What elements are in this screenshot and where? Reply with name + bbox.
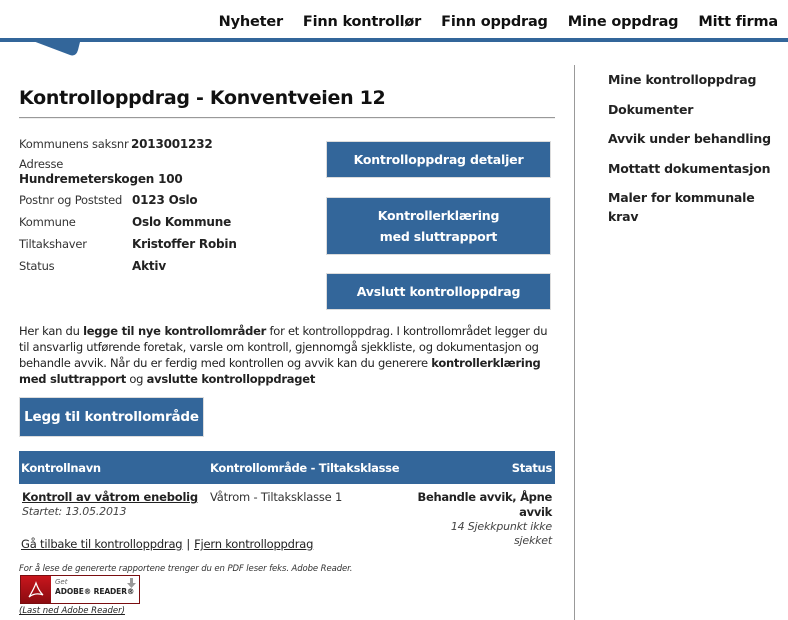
assignment-info: Kommunens saksnr 2013001232 Adresse Hund… — [19, 133, 319, 277]
sidebar-item-dokumenter[interactable]: Dokumenter — [608, 100, 778, 119]
title-divider — [19, 117, 555, 119]
nav-item-mitt-firma[interactable]: Mitt firma — [698, 14, 778, 30]
info-saksnr: Kommunens saksnr 2013001232 — [19, 133, 319, 155]
download-arrow-icon — [127, 578, 136, 588]
declaration-report-button[interactable]: Kontrollerklæring med sluttrapport — [325, 196, 552, 256]
badge-product-label: ADOBE® READER® — [55, 587, 135, 596]
page-title: Kontrolloppdrag - Konventveien 12 — [19, 87, 386, 109]
top-navigation: Nyheter Finn kontrollør Finn oppdrag Min… — [0, 0, 788, 38]
adobe-acrobat-icon — [28, 580, 44, 597]
row-status: Behandle avvik, Åpne avvik — [417, 490, 552, 519]
sidebar-item-mottatt-dokumentasjon[interactable]: Mottatt dokumentasjon — [608, 159, 778, 178]
cell-name: Kontroll av våtrom enebolig Startet: 13.… — [19, 490, 210, 524]
nav-item-nyheter[interactable]: Nyheter — [219, 14, 283, 30]
header-bar — [0, 38, 788, 42]
download-adobe-reader-link[interactable]: (Last ned Adobe Reader) — [19, 606, 125, 616]
started-date: Startet: 13.05.2013 — [22, 505, 127, 518]
adobe-badge-text: Get ADOBE® READER® — [51, 576, 139, 603]
remove-assignment-link[interactable]: Fjern kontrolloppdrag — [194, 537, 313, 551]
info-adresse: Adresse Hundremeterskogen 100 — [19, 155, 319, 189]
add-control-area-button[interactable]: Legg til kontrollområde — [19, 397, 204, 437]
logo-tab-icon — [25, 38, 81, 56]
main-content: Kontrolloppdrag - Konventveien 12 — [19, 87, 555, 119]
back-to-assignment-link[interactable]: Gå tilbake til kontrolloppdrag — [21, 537, 183, 551]
control-areas-table: Kontrollnavn Kontrollområde - Tiltakskla… — [19, 451, 555, 547]
cell-area: Våtrom - Tiltaksklasse 1 — [210, 490, 343, 504]
finish-assignment-button[interactable]: Avslutt kontrolloppdrag — [325, 272, 552, 311]
bottom-links: Gå tilbake til kontrolloppdrag | Fjern kon… — [21, 537, 313, 551]
control-name-link[interactable]: Kontroll av våtrom enebolig — [22, 490, 210, 505]
info-kommune: Kommune Oslo Kommune — [19, 211, 319, 233]
adobe-logo-icon — [21, 576, 51, 603]
nav-item-mine-oppdrag[interactable]: Mine oppdrag — [568, 14, 679, 30]
info-status: Status Aktiv — [19, 255, 319, 277]
help-text: Her kan du legge til nye kontrollområder… — [19, 323, 559, 387]
sidebar-item-maler-kommunale-krav[interactable]: Maler for kommunale krav — [608, 188, 778, 226]
help-text-part: Her kan du — [19, 324, 84, 338]
main-menu: Nyheter Finn kontrollør Finn oppdrag Min… — [199, 14, 779, 30]
kommune-value: Oslo Kommune — [132, 215, 232, 229]
info-postnr: Postnr og Poststed 0123 Oslo — [19, 189, 319, 211]
row-status-detail: 14 Sjekkpunkt ikke sjekket — [450, 520, 552, 547]
cell-status: Behandle avvik, Åpne avvik 14 Sjekkpunkt… — [410, 490, 555, 547]
link-separator: | — [186, 537, 191, 551]
sidebar-item-avvik-under-behandling[interactable]: Avvik under behandling — [608, 129, 778, 148]
kommune-label: Kommune — [19, 215, 76, 229]
sidebar-menu: Mine kontrolloppdrag Dokumenter Avvik un… — [608, 70, 778, 237]
sidebar-divider — [574, 65, 575, 620]
status-value: Aktiv — [132, 259, 166, 273]
column-header-area: Kontrollområde - Tiltaksklasse — [210, 460, 400, 475]
table-row: Kontroll av våtrom enebolig Startet: 13.… — [19, 484, 555, 547]
status-label: Status — [19, 259, 55, 273]
postnr-value: 0123 Oslo — [132, 193, 198, 207]
sidebar-item-mine-kontrolloppdrag[interactable]: Mine kontrolloppdrag — [608, 70, 778, 89]
pdf-reader-note: For å lese de genererte rapportene treng… — [19, 564, 353, 574]
adresse-value: Hundremeterskogen 100 — [19, 172, 183, 186]
column-header-name: Kontrollnavn — [21, 460, 101, 475]
nav-item-finn-oppdrag[interactable]: Finn oppdrag — [441, 14, 548, 30]
get-adobe-reader-badge[interactable]: Get ADOBE® READER® — [20, 575, 140, 604]
help-text-bold: avslutte kontrolloppdraget — [146, 372, 316, 386]
adresse-label: Adresse — [19, 157, 64, 171]
table-header: Kontrollnavn Kontrollområde - Tiltakskla… — [19, 451, 555, 484]
help-text-part: og — [125, 372, 147, 386]
saksnr-label: Kommunens saksnr — [19, 137, 129, 151]
assignment-details-button[interactable]: Kontrolloppdrag detaljer — [325, 140, 552, 179]
column-header-status: Status — [511, 460, 553, 475]
help-text-bold: legge til nye kontrollområder — [83, 324, 267, 338]
tiltakshaver-value: Kristoffer Robin — [132, 237, 237, 251]
tiltakshaver-label: Tiltakshaver — [19, 237, 87, 251]
nav-item-finn-kontrollor[interactable]: Finn kontrollør — [303, 14, 421, 30]
postnr-label: Postnr og Poststed — [19, 193, 123, 207]
info-tiltakshaver: Tiltakshaver Kristoffer Robin — [19, 233, 319, 255]
saksnr-value: 2013001232 — [131, 137, 213, 151]
